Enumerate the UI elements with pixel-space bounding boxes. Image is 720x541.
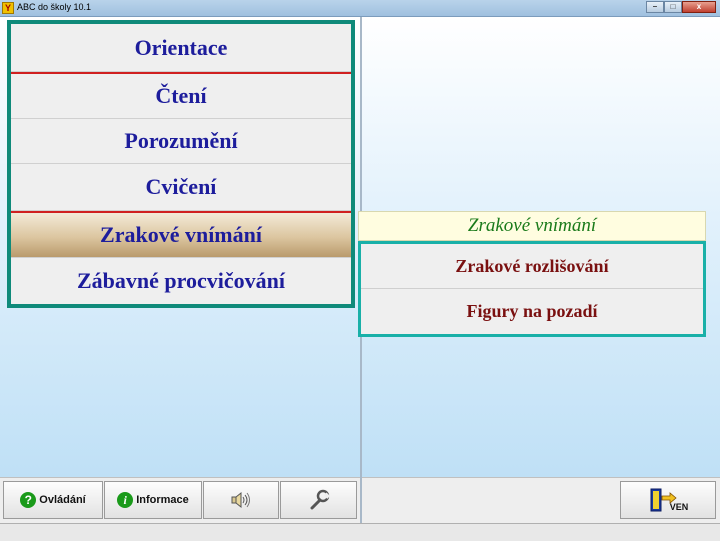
close-button[interactable]: x xyxy=(682,1,716,13)
help-icon: ? xyxy=(20,492,37,508)
submenu-item-zrakove-rozlisovani[interactable]: Zrakové rozlišování xyxy=(361,244,703,289)
menu-item-zabavne-procvicovani[interactable]: Zábavné procvičování xyxy=(11,258,351,304)
title-bar: Y ABC do školy 10.1 – □ x xyxy=(0,0,720,17)
controls-button[interactable]: ? Ovládání xyxy=(3,481,103,519)
menu-item-orientace[interactable]: Orientace xyxy=(11,24,351,72)
speaker-icon xyxy=(231,491,250,509)
minimize-button[interactable]: – xyxy=(646,1,664,13)
maximize-button[interactable]: □ xyxy=(664,1,682,13)
submenu-title: Zrakové vnímání xyxy=(358,211,706,241)
wrench-icon xyxy=(310,489,330,510)
menu-item-zrakove-vnimani[interactable]: Zrakové vnímání xyxy=(11,213,351,258)
status-bar xyxy=(0,523,720,541)
bottom-toolbar: ? Ovládání i Informace xyxy=(0,477,360,524)
info-label: Informace xyxy=(136,494,189,506)
submenu-item-figury-na-pozadi[interactable]: Figury na pozadí xyxy=(361,289,703,334)
info-icon: i xyxy=(117,492,134,508)
window-title: ABC do školy 10.1 xyxy=(17,2,92,12)
bottom-toolbar-right: VEN xyxy=(362,477,720,524)
app-icon: Y xyxy=(2,2,14,14)
exit-button[interactable]: VEN xyxy=(620,481,716,519)
exit-label: VEN xyxy=(669,502,689,512)
menu-item-porozumeni[interactable]: Porozumění xyxy=(11,119,351,164)
controls-label: Ovládání xyxy=(39,494,86,506)
window-controls: – □ x xyxy=(646,1,716,13)
main-menu: Orientace Čtení Porozumění Cvičení Zrako… xyxy=(7,20,355,308)
info-button[interactable]: i Informace xyxy=(104,481,202,519)
submenu: Zrakové rozlišování Figury na pozadí xyxy=(358,241,706,337)
sound-button[interactable] xyxy=(203,481,279,519)
settings-button[interactable] xyxy=(280,481,357,519)
menu-item-cteni[interactable]: Čtení xyxy=(11,74,351,119)
menu-item-cviceni[interactable]: Cvičení xyxy=(11,164,351,211)
